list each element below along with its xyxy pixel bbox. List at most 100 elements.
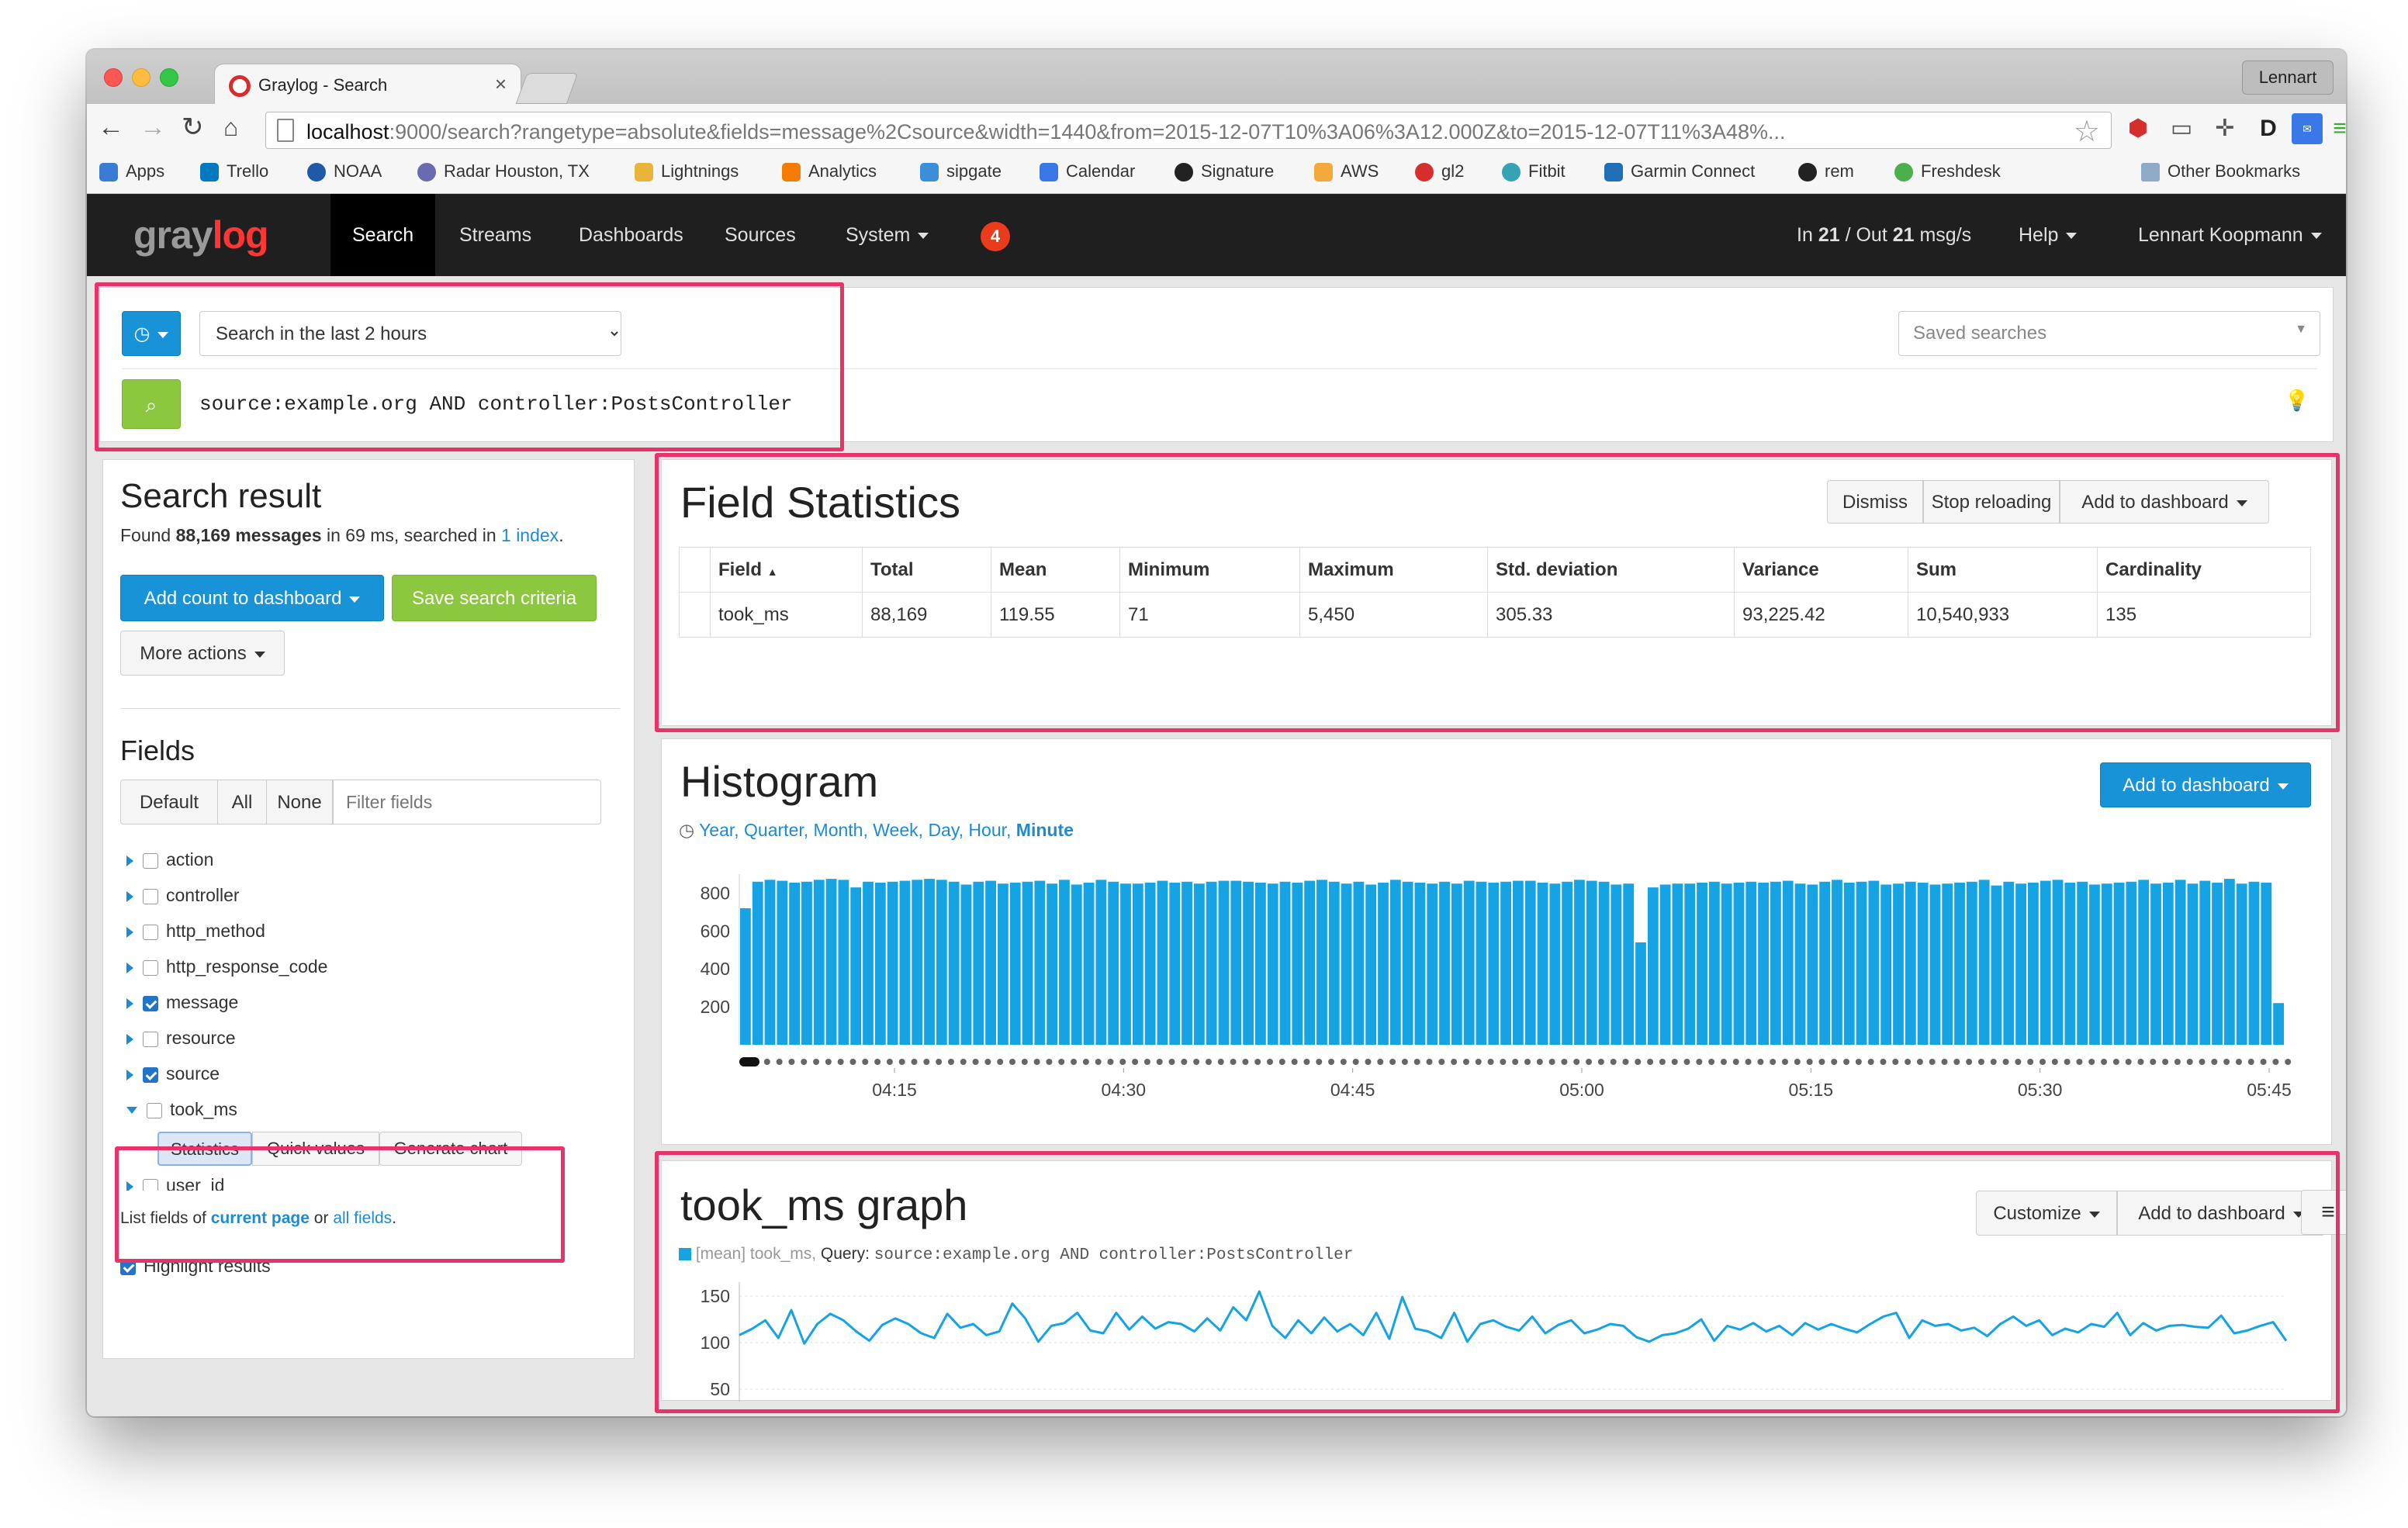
crosshair-extension-icon[interactable]: ✛ (2209, 113, 2240, 144)
all-fields-link[interactable]: all fields (333, 1209, 392, 1227)
more-actions-button[interactable]: More actions (120, 631, 285, 676)
field-checkbox-checked[interactable] (143, 995, 158, 1011)
resolution-minute[interactable]: Minute (1016, 820, 1074, 840)
nav-dashboards[interactable]: Dashboards (557, 194, 705, 276)
bookmark-gl2[interactable]: gl2 (1415, 161, 1464, 182)
fields-all-button[interactable]: All (217, 780, 267, 824)
quick-values-button[interactable]: Quick values (252, 1132, 379, 1166)
menu-icon[interactable]: ≡ (2324, 113, 2346, 144)
caret-right-icon[interactable] (126, 890, 133, 902)
index-link[interactable]: 1 index (501, 525, 559, 545)
time-range-select[interactable]: Search in the last 2 hours (199, 311, 621, 356)
saved-searches-select[interactable]: Saved searches ▼ (1898, 311, 2320, 356)
close-tab-icon[interactable]: × (495, 72, 507, 96)
field-checkbox[interactable] (147, 1102, 162, 1118)
lightbulb-icon[interactable]: 💡 (2285, 389, 2309, 413)
caret-right-icon[interactable] (126, 962, 133, 973)
resolution-year[interactable]: Year, (699, 820, 739, 840)
zoom-window-button[interactable] (160, 68, 178, 87)
stop-reloading-button[interactable]: Stop reloading (1923, 480, 2060, 524)
nav-user[interactable]: Lennart Koopmann (2116, 194, 2344, 276)
field-item-action[interactable]: action (126, 849, 213, 874)
caret-right-icon[interactable] (126, 997, 133, 1009)
minimize-window-button[interactable] (132, 68, 150, 87)
reload-icon[interactable]: ↻ (182, 112, 204, 143)
nav-streams[interactable]: Streams (438, 194, 553, 276)
save-search-criteria-button[interactable]: Save search criteria (392, 575, 597, 621)
field-column-header[interactable]: Field ▲ (710, 547, 863, 593)
bookmark-fitbit[interactable]: Fitbit (1502, 161, 1566, 182)
new-extension-icon[interactable]: ✉ (2292, 113, 2323, 144)
bookmark-radar[interactable]: Radar Houston, TX (417, 161, 590, 182)
resolution-week[interactable]: Week, (873, 820, 923, 840)
field-item-controller[interactable]: controller (126, 885, 240, 910)
bookmark-aws[interactable]: AWS (1314, 161, 1379, 182)
highlight-checkbox[interactable] (120, 1259, 136, 1275)
field-checkbox[interactable] (143, 924, 158, 940)
notification-badge[interactable]: 4 (981, 222, 1010, 251)
graph-menu-icon[interactable]: ≡ (2301, 1190, 2346, 1235)
field-checkbox[interactable] (143, 1178, 158, 1191)
current-page-link[interactable]: current page (211, 1209, 310, 1227)
bookmark-noaa[interactable]: NOAA (307, 161, 382, 182)
search-query-input[interactable] (199, 379, 2294, 429)
field-checkbox[interactable] (143, 888, 158, 904)
stats-add-to-dashboard-button[interactable]: Add to dashboard (2060, 480, 2269, 524)
search-button[interactable]: ⌕ (122, 379, 181, 429)
forward-arrow-icon[interactable]: → (140, 112, 166, 143)
time-range-selector-button[interactable]: ◷ (122, 311, 181, 356)
resolution-month[interactable]: Month, (814, 820, 868, 840)
bookmark-garmin[interactable]: Garmin Connect (1604, 161, 1755, 182)
caret-right-icon[interactable] (126, 855, 133, 866)
bookmark-signature[interactable]: Signature (1175, 161, 1274, 182)
nav-search[interactable]: Search (330, 194, 436, 276)
field-item-message[interactable]: message (126, 992, 238, 1017)
bookmark-freshdesk[interactable]: Freshdesk (1894, 161, 2001, 182)
new-tab-button[interactable] (515, 73, 579, 104)
bookmark-star-icon[interactable]: ☆ (2074, 114, 2100, 149)
field-item-took-ms[interactable]: took_ms (126, 1099, 237, 1124)
histogram-chart[interactable]: 200 400 600 800 04:15 04:30 04:45 05:00 05:15 05:… (662, 856, 2333, 1143)
graph-add-to-dashboard-button[interactable]: Add to dashboard (2117, 1191, 2325, 1236)
resolution-hour[interactable]: Hour, (968, 820, 1011, 840)
filter-fields-input[interactable] (333, 780, 601, 824)
nav-sources[interactable]: Sources (703, 194, 818, 276)
generate-chart-button[interactable]: Generate chart (379, 1132, 522, 1166)
caret-right-icon[interactable] (126, 926, 133, 938)
dismiss-button[interactable]: Dismiss (1827, 480, 1923, 524)
field-item-http-response-code[interactable]: http_response_code (126, 956, 327, 981)
took-ms-line-chart[interactable]: 50 100 150 (662, 1270, 2333, 1402)
bookmark-trello[interactable]: Trello (200, 161, 268, 182)
caret-right-icon[interactable] (126, 1033, 133, 1045)
field-checkbox[interactable] (143, 1031, 158, 1047)
close-window-button[interactable] (104, 68, 123, 87)
profile-button[interactable]: Lennart (2242, 60, 2334, 95)
fields-default-button[interactable]: Default (120, 780, 218, 824)
field-checkbox[interactable] (143, 959, 158, 976)
bookmark-apps[interactable]: Apps (99, 161, 164, 182)
caret-right-icon[interactable] (126, 1069, 133, 1080)
caret-right-icon[interactable] (126, 1181, 133, 1191)
cast-icon[interactable]: ▭ (2166, 113, 2197, 144)
field-item-resource[interactable]: resource (126, 1028, 235, 1053)
address-bar[interactable]: localhost:9000/search?rangetype=absolute… (265, 112, 2112, 149)
customize-button[interactable]: Customize (1976, 1191, 2117, 1236)
statistics-button[interactable]: Statistics (157, 1132, 252, 1166)
adblock-extension-icon[interactable]: ⬢ (2123, 113, 2154, 144)
histogram-add-to-dashboard-button[interactable]: Add to dashboard (2100, 762, 2311, 807)
nav-help[interactable]: Help (1997, 194, 2098, 276)
highlight-results-toggle[interactable]: Highlight results (120, 1256, 271, 1277)
caret-down-icon[interactable] (126, 1107, 137, 1115)
field-checkbox[interactable] (143, 852, 158, 869)
bookmark-analytics[interactable]: Analytics (782, 161, 877, 182)
bookmark-lightnings[interactable]: Lightnings (635, 161, 739, 182)
add-count-to-dashboard-button[interactable]: Add count to dashboard (120, 575, 384, 621)
fields-none-button[interactable]: None (266, 780, 333, 824)
field-checkbox-checked[interactable] (143, 1066, 158, 1083)
bookmark-sipgate[interactable]: sipgate (920, 161, 1002, 182)
field-item-user-id[interactable]: user_id (126, 1175, 224, 1191)
bookmark-other[interactable]: Other Bookmarks (2141, 161, 2300, 182)
bookmark-calendar[interactable]: Calendar (1040, 161, 1135, 182)
home-icon[interactable]: ⌂ (223, 112, 238, 143)
browser-tab[interactable]: Graylog - Search × (214, 64, 521, 105)
